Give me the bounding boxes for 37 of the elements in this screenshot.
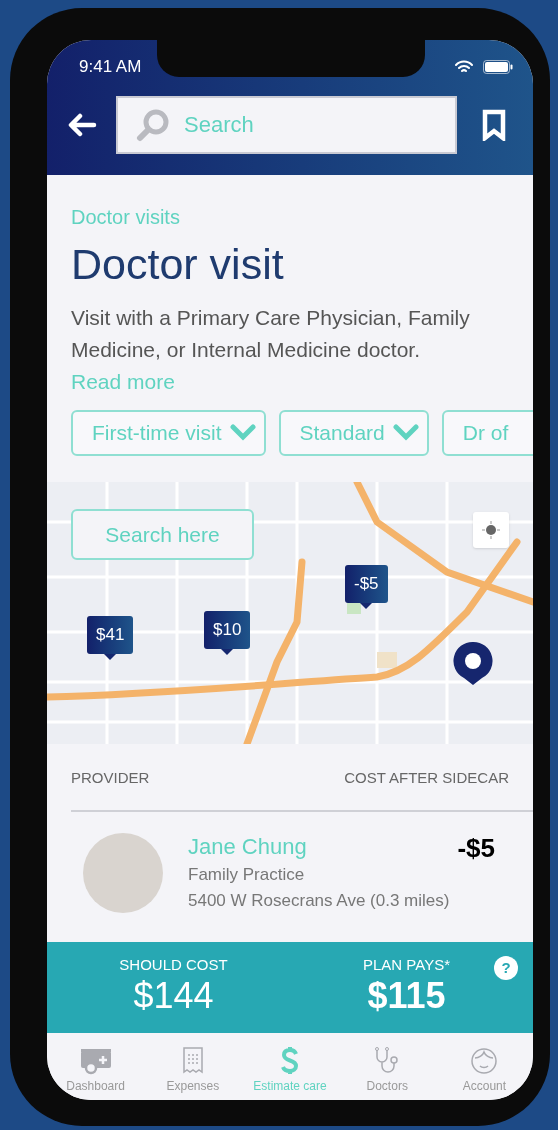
search-icon xyxy=(136,108,170,142)
tab-bar-item[interactable]: Dashboard xyxy=(47,1033,145,1094)
should-cost-amount: $144 xyxy=(133,974,214,1018)
tab-bar-item[interactable]: Account xyxy=(435,1033,533,1094)
tab-bar-item[interactable]: Expenses xyxy=(144,1033,242,1094)
chevron-down-icon xyxy=(229,424,256,442)
status-time: 9:41 AM xyxy=(79,56,142,79)
description-text: Visit with a Primary Care Physician, Family Medicine, or Internal Medicine doctor. xyxy=(71,305,471,363)
help-button[interactable]: ? xyxy=(494,956,518,980)
provider-name[interactable]: Jane Chung xyxy=(188,832,458,862)
battery-icon xyxy=(483,60,513,74)
provider-address: 5400 W Rosecrans Ave (0.3 miles) xyxy=(188,890,451,912)
filter-dropdown[interactable]: Dr of xyxy=(441,410,533,456)
tab-bar-item[interactable]: Doctors xyxy=(338,1033,436,1094)
provider-cost: -$5 xyxy=(457,832,495,864)
category-label: Doctor visits xyxy=(71,205,181,230)
search-here-button[interactable]: Search here xyxy=(71,509,254,560)
provider-specialty: Family Practice xyxy=(188,864,306,886)
plan-pays-label: PLAN PAYS* xyxy=(363,956,450,974)
tab-bar-item[interactable]: Estimate care xyxy=(241,1033,339,1094)
should-cost-label: SHOULD COST xyxy=(119,956,228,974)
bookmark-icon xyxy=(482,109,506,141)
plan-pays-amount: $115 xyxy=(367,974,446,1018)
chevron-down-icon xyxy=(392,424,419,442)
column-header: PROVIDER xyxy=(71,767,150,788)
filter-dropdown[interactable]: Standard xyxy=(278,410,429,456)
locate-button[interactable] xyxy=(473,512,509,548)
filter-dropdown[interactable]: First-time visit xyxy=(71,410,266,456)
search-field[interactable]: Search xyxy=(116,96,457,154)
bookmark-button[interactable] xyxy=(481,108,507,142)
crosshair-icon xyxy=(482,521,500,539)
wifi-icon xyxy=(455,60,473,74)
location-pin-icon xyxy=(452,640,494,686)
back-arrow-icon xyxy=(67,113,97,137)
read-more-link[interactable]: Read more xyxy=(71,366,175,398)
column-header: COST AFTER SIDECAR xyxy=(344,767,509,788)
page-title: Doctor visit xyxy=(71,239,285,290)
